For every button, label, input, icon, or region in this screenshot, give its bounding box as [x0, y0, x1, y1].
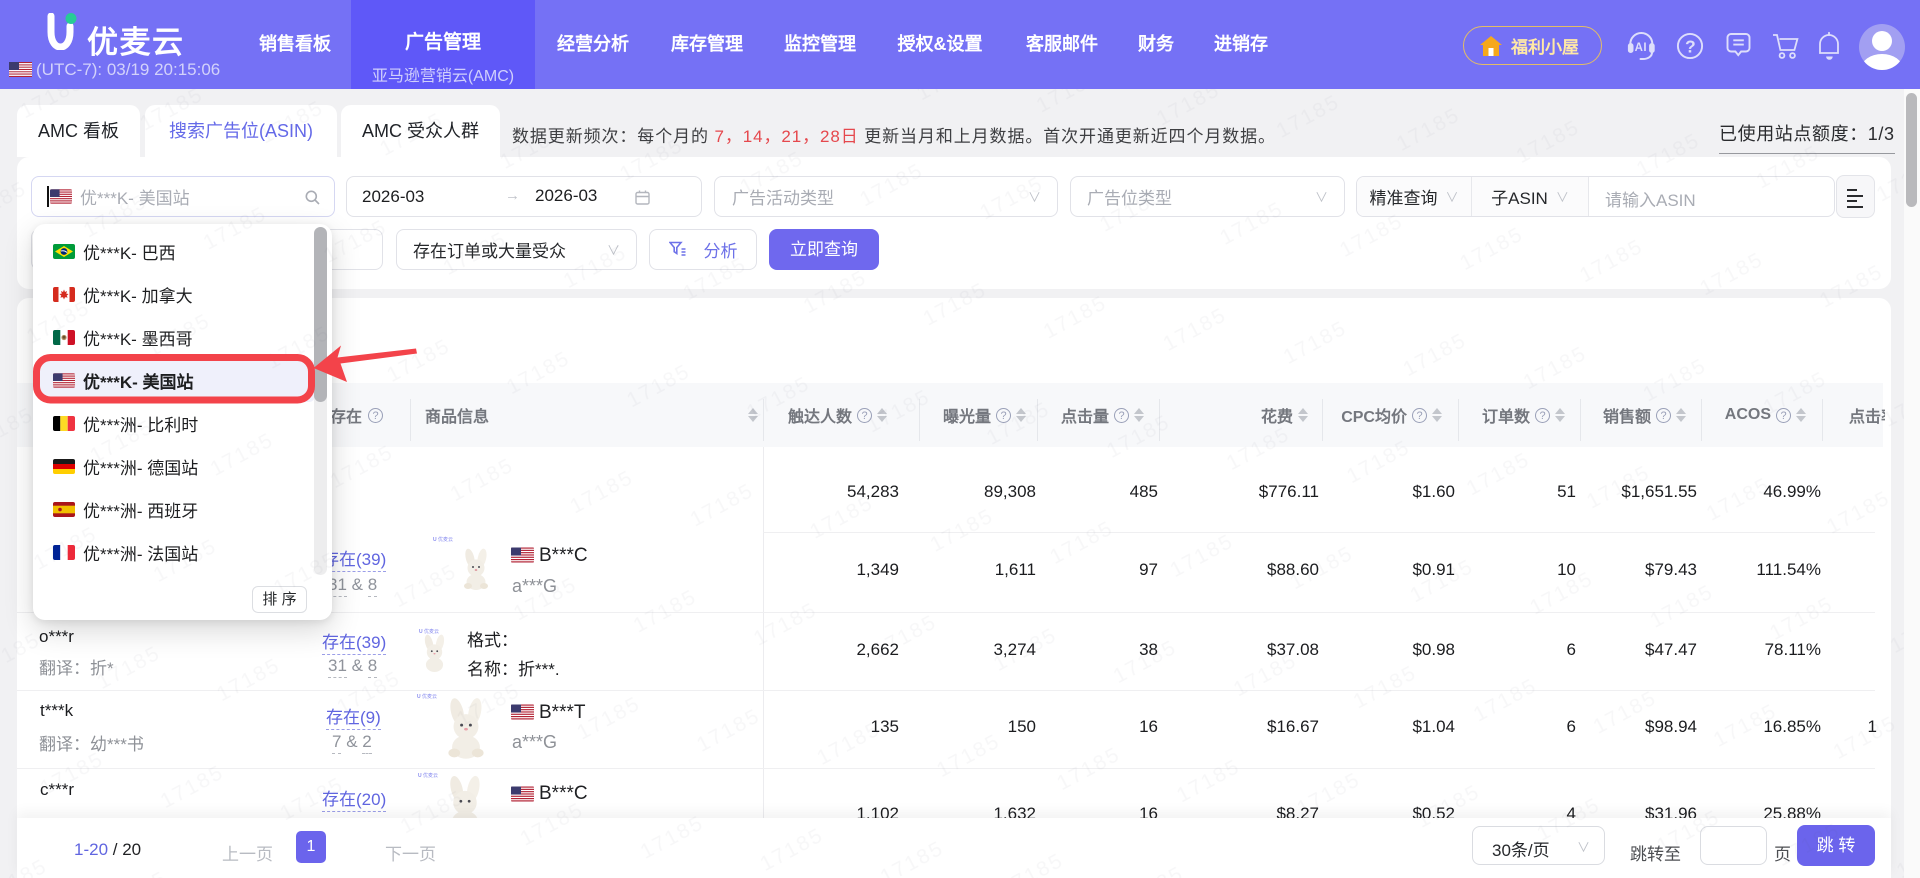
svg-text:AI: AI [1635, 42, 1648, 54]
svg-text:?: ? [1685, 37, 1696, 57]
